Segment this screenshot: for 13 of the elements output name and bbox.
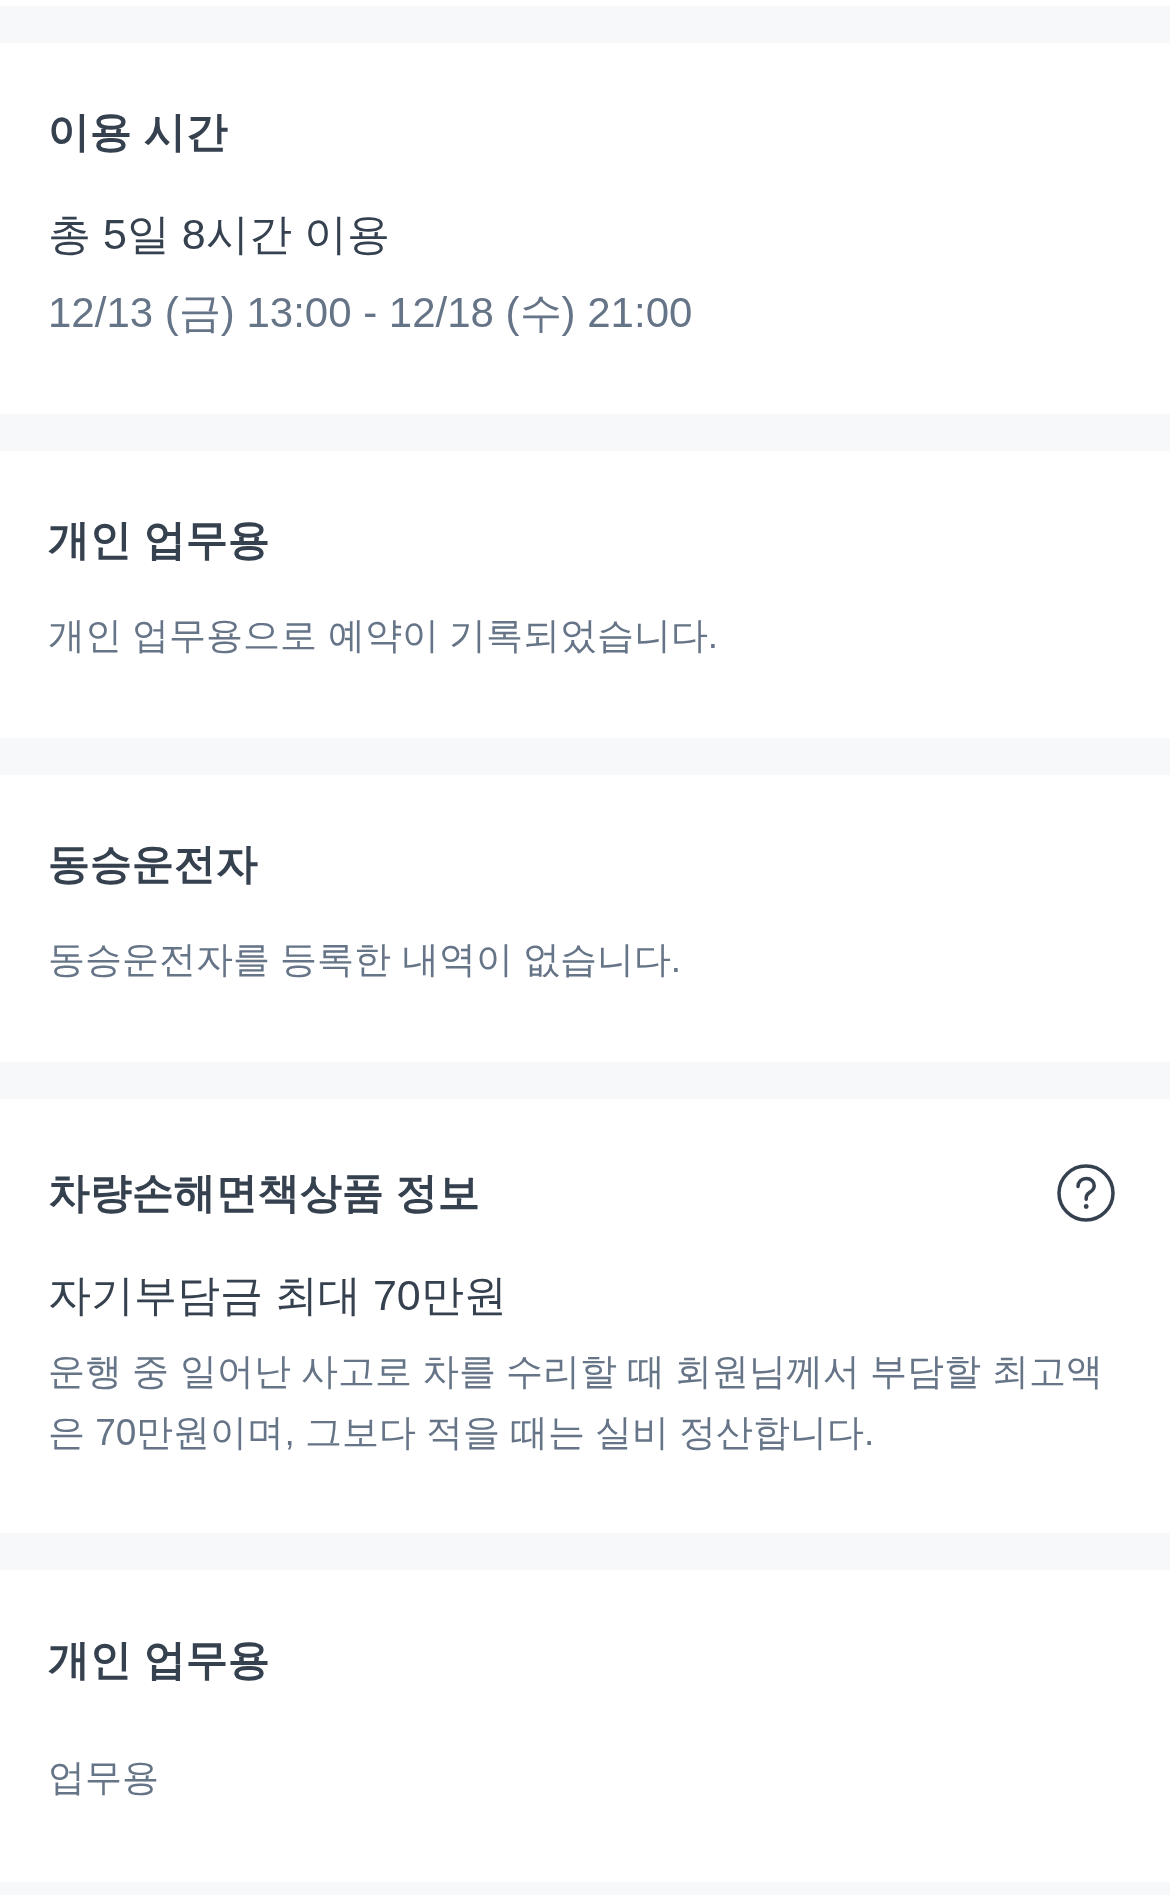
usage-period: 12/13 (금) 13:00 - 12/18 (수) 21:00 — [48, 289, 693, 337]
deductible-summary: 자기부담금 최대 70만원 — [48, 1270, 507, 1320]
usage-summary: 총 5일 8시간 이용 — [48, 209, 390, 259]
section-message: 개인 업무용으로 예약이 기록되었습니다. — [48, 614, 719, 658]
section-title: 개인 업무용 — [48, 1635, 270, 1685]
section-message: 동승운전자를 등록한 내역이 없습니다. — [48, 938, 682, 982]
help-icon[interactable] — [1057, 1164, 1115, 1222]
section-title: 이용 시간 — [48, 107, 228, 157]
deductible-description: 운행 중 일어난 사고로 차를 수리할 때 회원님께서 부담할 최고액은 70만원이며, 그보다 적을 때는 실비 정산합니다. — [48, 1350, 1104, 1455]
usage-value: 업무용 — [48, 1756, 159, 1800]
section-title: 동승운전자 — [48, 839, 258, 889]
section-title: 개인 업무용 — [48, 515, 270, 565]
section-title: 차량손해면책상품 정보 — [48, 1168, 480, 1218]
